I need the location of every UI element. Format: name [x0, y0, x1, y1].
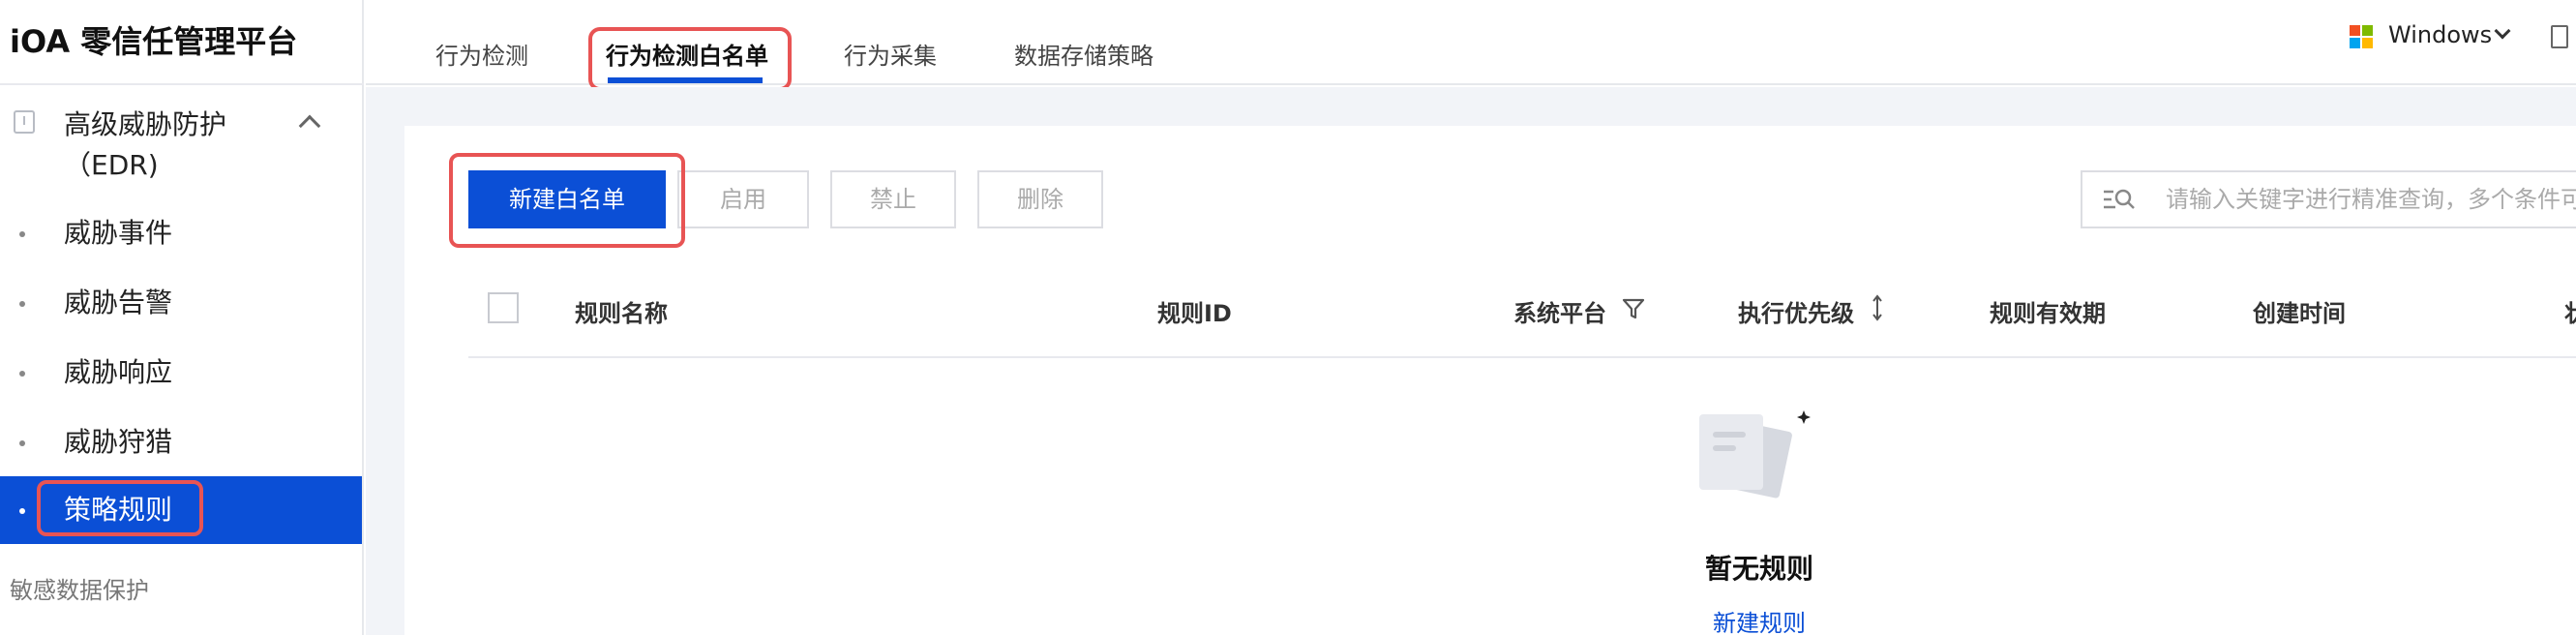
column-status: 状 [2564, 294, 2576, 328]
sort-icon[interactable] [1872, 294, 1883, 321]
alert-square-icon [14, 110, 35, 134]
sidebar-item-threat-events[interactable]: 威胁事件 [0, 199, 362, 267]
column-validity: 规则有效期 [1990, 300, 2106, 327]
empty-documents-icon [1699, 410, 1811, 499]
windows-logo-icon [2350, 25, 2373, 48]
sidebar-item-label: 威胁响应 [64, 356, 173, 388]
table-header: 规则名称 规则ID 系统平台 执行优先级 规则有效期 创建时间 状 [468, 281, 2576, 358]
tab-behavior-collection[interactable]: 行为采集 [844, 37, 937, 71]
search-filter-icon [2104, 189, 2135, 209]
create-rule-link[interactable]: 新建规则 [1645, 604, 1873, 635]
sidebar-item-threat-response[interactable]: 威胁响应 [0, 339, 362, 407]
sidebar-item-threat-alerts[interactable]: 威胁告警 [0, 269, 362, 337]
empty-state-title: 暂无规则 [1704, 553, 1813, 585]
sidebar-item-label: 威胁告警 [64, 287, 173, 318]
column-platform: 系统平台 [1513, 300, 1606, 327]
platform-select-value: Windows [2388, 21, 2493, 48]
chevron-down-icon [2494, 22, 2511, 40]
enable-button[interactable]: 启用 [677, 170, 809, 228]
delete-button[interactable]: 删除 [977, 170, 1103, 228]
sidebar-group-label: 高级威胁防护（EDR) [64, 108, 227, 181]
divider [0, 83, 364, 85]
bullet-icon [19, 301, 25, 307]
tab-behavior-detection[interactable]: 行为检测 [435, 37, 528, 71]
search-input[interactable] [2166, 180, 2576, 219]
sidebar-group-data-protection[interactable]: 敏感数据保护 [10, 571, 149, 605]
disable-button[interactable]: 禁止 [830, 170, 956, 228]
top-tab-bar: 行为检测 行为检测白名单 行为采集 数据存储策略 Windows [366, 0, 2576, 91]
search-box[interactable] [2081, 170, 2576, 228]
sidebar-item-label: 威胁狩猎 [64, 426, 173, 458]
column-priority: 执行优先级 [1738, 300, 1854, 327]
document-icon[interactable] [2551, 25, 2568, 48]
app-title: iOA 零信任管理平台 [10, 23, 298, 60]
bullet-icon [19, 371, 25, 377]
chevron-up-icon[interactable] [298, 114, 321, 137]
bullet-icon [19, 231, 25, 237]
select-all-checkbox[interactable] [488, 292, 519, 323]
bullet-icon [19, 508, 25, 514]
annotation-highlight [449, 153, 685, 248]
sidebar-item-threat-hunting[interactable]: 威胁狩猎 [0, 408, 362, 476]
filter-icon[interactable] [1622, 298, 1645, 319]
sidebar-item-label: 威胁事件 [64, 217, 173, 249]
sidebar-group-edr[interactable]: 高级威胁防护（EDR) [0, 97, 362, 194]
tab-data-storage-policy[interactable]: 数据存储策略 [1014, 37, 1153, 71]
column-rule-id: 规则ID [1157, 300, 1232, 327]
bullet-icon [19, 440, 25, 446]
column-created-time: 创建时间 [2253, 300, 2346, 327]
annotation-highlight [37, 480, 203, 536]
sidebar: iOA 零信任管理平台 高级威胁防护（EDR) 威胁事件 威胁告警 威胁响应 威… [0, 0, 364, 635]
annotation-highlight [588, 27, 792, 91]
column-rule-name: 规则名称 [575, 300, 668, 327]
